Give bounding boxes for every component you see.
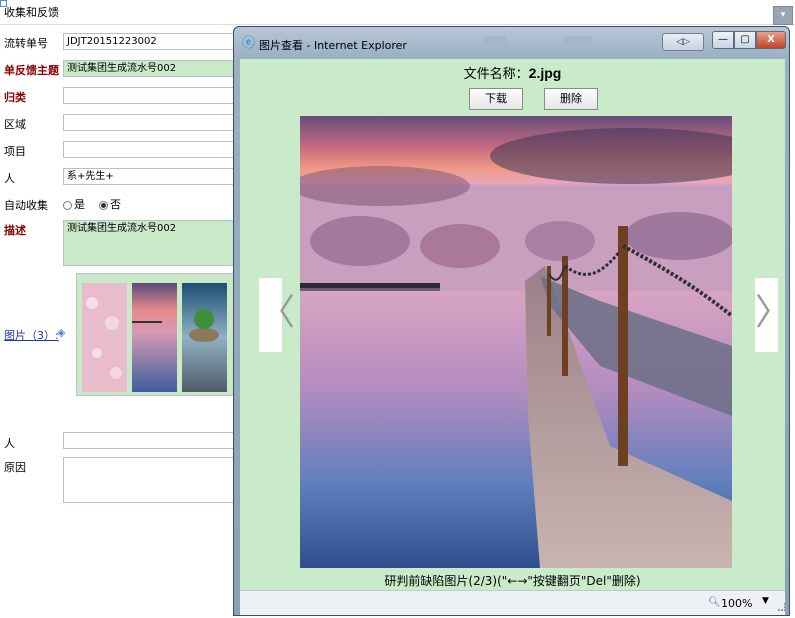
label-serial-number: 流转单号 — [4, 37, 48, 50]
project-field[interactable] — [63, 141, 243, 158]
label-description: 描述 — [4, 224, 26, 237]
label-auto-collect: 自动收集 — [4, 199, 48, 212]
window-titlebar[interactable]: ⓔ 图片查看 - Internet Explorer ◁▷ — ▢ X — [234, 27, 789, 59]
status-bar: 🔍︎ 100% ▼ — [240, 590, 786, 615]
zoom-level[interactable]: 100% — [721, 597, 752, 610]
label-handler: 人 — [4, 437, 15, 450]
radio-yes-label: 是 — [74, 198, 85, 211]
image-caption: 研判前缺陷图片(2/3)("←→"按键翻页"Del"删除) — [384, 574, 641, 588]
thumbnail-3[interactable] — [182, 283, 227, 392]
subject-field[interactable]: 测试集团生成流水号002 — [63, 60, 243, 77]
resize-grip-icon[interactable] — [778, 603, 786, 611]
label-reason: 原因 — [4, 461, 26, 474]
person-field[interactable]: 系+先生+ — [63, 168, 243, 185]
previous-image-button[interactable]: 〈 — [259, 278, 295, 352]
reason-field[interactable] — [63, 457, 243, 503]
label-category: 归类 — [4, 91, 26, 104]
thumbnail-strip — [76, 273, 246, 396]
viewer-content: 文件名称：2.jpg 下载 删除 〈 研判前缺陷图片(2/3)("←→"按键翻页… — [240, 59, 785, 590]
thumbs-prev-icon[interactable]: ◈ — [57, 326, 65, 339]
collapse-button[interactable]: ▾ — [773, 6, 793, 25]
titlebar-blur — [564, 36, 592, 44]
label-project: 项目 — [4, 145, 26, 158]
radio-yes[interactable] — [63, 200, 72, 210]
file-name-row: 文件名称：2.jpg — [240, 63, 785, 82]
label-person: 人 — [4, 172, 15, 185]
label-subject: 单反馈主题 — [4, 64, 59, 77]
ie-logo-icon: ⓔ — [242, 36, 256, 51]
maximize-button[interactable]: ▢ — [734, 31, 756, 49]
description-field[interactable]: 测试集团生成流水号002 — [63, 220, 243, 266]
titlebar-blur — [484, 36, 506, 44]
thumbnail-1[interactable] — [82, 283, 127, 392]
auto-collect-radios: 是 否 — [63, 196, 121, 212]
minimize-button[interactable]: — — [712, 31, 734, 49]
label-region: 区域 — [4, 118, 26, 131]
zoom-dropdown-icon[interactable]: ▼ — [762, 596, 769, 606]
main-image — [300, 116, 732, 568]
serial-number-field[interactable]: JDJT20151223002 — [63, 33, 243, 50]
close-button[interactable]: X — [756, 31, 786, 49]
form-header — [0, 0, 795, 25]
radio-no-label: 否 — [110, 198, 121, 211]
file-name-value: 2.jpg — [528, 65, 562, 81]
radio-no[interactable] — [99, 200, 108, 210]
window-title: 图片查看 - Internet Explorer — [259, 39, 407, 52]
download-button[interactable]: 下载 — [469, 88, 523, 110]
thumbnail-2[interactable] — [132, 283, 177, 392]
category-field[interactable] — [63, 87, 243, 104]
delete-button[interactable]: 删除 — [544, 88, 598, 110]
compat-view-button[interactable]: ◁▷ — [662, 33, 704, 51]
image-viewer-window: ⓔ 图片查看 - Internet Explorer ◁▷ — ▢ X 文件名称… — [233, 26, 790, 616]
next-image-button[interactable]: 〉 — [755, 278, 785, 352]
window-controls: — ▢ X — [712, 31, 786, 51]
zoom-icon[interactable]: 🔍︎ — [708, 597, 721, 608]
region-field[interactable] — [63, 114, 243, 131]
form-title: 收集和反馈 — [4, 6, 59, 19]
handler-field[interactable] — [63, 432, 243, 449]
file-name-label: 文件名称： — [463, 67, 529, 82]
images-link[interactable]: 图片（3）: — [4, 327, 59, 343]
